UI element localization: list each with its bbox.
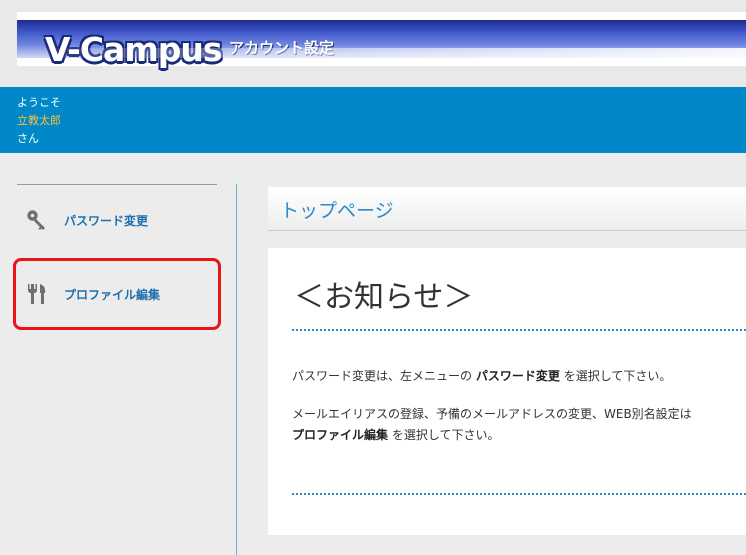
- logo[interactable]: V-Campus: [45, 30, 222, 69]
- notice-paragraph: パスワード変更は、左メニューの パスワード変更 を選択して下さい。: [292, 366, 671, 387]
- app-title: アカウント設定: [229, 39, 335, 57]
- sidebar-item-label: プロファイル編集: [64, 287, 161, 302]
- banner-bar: V-Campus アカウント設定: [17, 20, 746, 69]
- dotted-divider: [292, 493, 746, 495]
- tools-icon: [26, 282, 48, 306]
- page-header: トップページ: [268, 187, 746, 231]
- key-icon: [26, 208, 48, 232]
- user-name: 立教太郎: [17, 114, 61, 127]
- notice-bold-text: プロファイル編集: [292, 428, 389, 442]
- welcome-bar: ようこそ 立教太郎 さん: [0, 87, 746, 153]
- welcome-honorific: さん: [17, 132, 39, 145]
- sidebar-top-divider: [17, 184, 217, 185]
- banner: V-Campus アカウント設定: [17, 12, 746, 69]
- notice-title: ＜お知らせ＞: [294, 280, 474, 315]
- notice-panel: ＜お知らせ＞ パスワード変更は、左メニューの パスワード変更 を選択して下さい。…: [268, 248, 746, 535]
- notice-paragraph: メールエイリアスの登録、予備のメールアドレスの変更、WEB別名設定は プロファイ…: [292, 404, 692, 446]
- sidebar-divider: [236, 184, 237, 555]
- sidebar-item-password-change[interactable]: パスワード変更: [26, 208, 148, 232]
- page-title: トップページ: [280, 200, 394, 222]
- sidebar-item-label: パスワード変更: [64, 213, 149, 228]
- dotted-divider: [292, 329, 746, 331]
- notice-text: を選択して下さい。: [391, 428, 500, 442]
- notice-bold-text: パスワード変更: [475, 369, 560, 383]
- welcome-greeting: ようこそ: [17, 96, 61, 109]
- header: V-Campus アカウント設定: [0, 0, 746, 87]
- notice-text: を選択して下さい。: [563, 369, 672, 383]
- sidebar-item-profile-edit[interactable]: プロファイル編集: [26, 282, 160, 306]
- notice-text: メールエイリアスの登録、予備のメールアドレスの変更、WEB別名設定は: [292, 407, 692, 421]
- notice-text: パスワード変更は、左メニューの: [292, 369, 473, 383]
